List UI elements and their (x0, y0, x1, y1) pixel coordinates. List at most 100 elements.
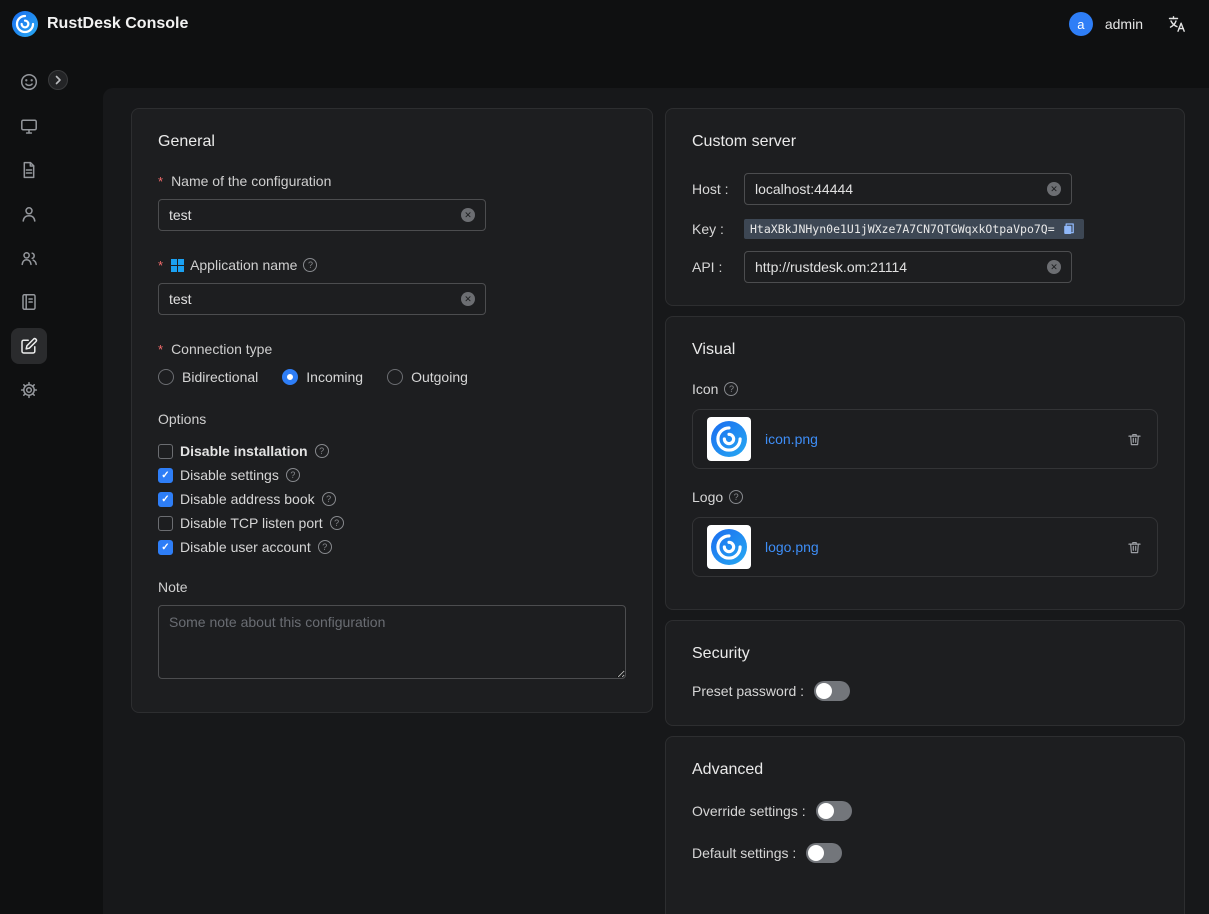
radio-outgoing[interactable]: Outgoing (387, 369, 468, 385)
checkbox-box[interactable] (158, 468, 173, 483)
sidebar-item-devices[interactable] (11, 108, 47, 144)
checkbox-disable-installation[interactable]: Disable installation (158, 443, 626, 459)
api-input-wrap (744, 251, 1072, 283)
help-icon[interactable] (318, 540, 332, 554)
brand: RustDesk Console (12, 11, 188, 37)
override-settings-toggle[interactable] (816, 801, 852, 821)
checkbox-box[interactable] (158, 516, 173, 531)
radio-bidirectional[interactable]: Bidirectional (158, 369, 258, 385)
clear-icon[interactable] (1047, 260, 1061, 274)
security-card: Security Preset password : (665, 620, 1185, 726)
options-label: Options (158, 411, 206, 427)
sidebar-item-dashboard[interactable] (11, 64, 47, 100)
override-settings-row: Override settings : (692, 801, 1158, 821)
connection-type-group: Bidirectional Incoming Outgoing (158, 369, 626, 385)
default-settings-toggle[interactable] (806, 843, 842, 863)
checkbox-disable-tcp-listen-port[interactable]: Disable TCP listen port (158, 515, 626, 531)
logo-file-box: logo.png (692, 517, 1158, 577)
required-asterisk (158, 257, 165, 273)
username[interactable]: admin (1105, 16, 1143, 32)
clear-icon[interactable] (1047, 182, 1061, 196)
checkbox-box[interactable] (158, 444, 173, 459)
visual-title: Visual (692, 341, 1158, 359)
preset-password-toggle[interactable] (814, 681, 850, 701)
translate-icon[interactable] (1167, 14, 1187, 34)
visual-card: Visual Icon icon.png (665, 316, 1185, 610)
sidebar-item-users[interactable] (11, 196, 47, 232)
note-label: Note (158, 579, 188, 595)
default-settings-label: Default settings : (692, 845, 796, 861)
logo-preview (707, 525, 751, 569)
sidebar-item-custom-clients[interactable] (11, 328, 47, 364)
api-input[interactable] (755, 259, 1047, 275)
api-row: API : (692, 251, 1158, 283)
sidebar-expand-button[interactable] (48, 70, 68, 90)
delete-icon[interactable] (1126, 431, 1143, 448)
advanced-title: Advanced (692, 761, 1158, 779)
key-field: HtaXBkJNHyn0e1U1jWXze7A7CN7QTGWqxkOtpaVp… (744, 219, 1084, 239)
radio-dot[interactable] (282, 369, 298, 385)
host-input-wrap (744, 173, 1072, 205)
checkbox-disable-user-account[interactable]: Disable user account (158, 539, 626, 555)
help-icon[interactable] (286, 468, 300, 482)
clear-icon[interactable] (461, 292, 475, 306)
sidebar-item-audit[interactable] (11, 152, 47, 188)
logo-label: Logo (692, 489, 723, 505)
key-value: HtaXBkJNHyn0e1U1jWXze7A7CN7QTGWqxkOtpaVp… (750, 222, 1055, 236)
windows-icon (171, 259, 184, 272)
sidebar-item-groups[interactable] (11, 240, 47, 276)
checkbox-box[interactable] (158, 492, 173, 507)
advanced-card: Advanced Override settings : Default set… (665, 736, 1185, 914)
app-name-field-label: Application name (190, 257, 297, 273)
main-area: General Name of the configuration Applic… (58, 48, 1209, 914)
clear-icon[interactable] (461, 208, 475, 222)
app-name-input-wrap (158, 283, 486, 315)
delete-icon[interactable] (1126, 539, 1143, 556)
logo-file-link[interactable]: logo.png (765, 539, 819, 555)
radio-dot[interactable] (158, 369, 174, 385)
checkbox-disable-settings[interactable]: Disable settings (158, 467, 626, 483)
help-icon[interactable] (330, 516, 344, 530)
radio-dot[interactable] (387, 369, 403, 385)
override-settings-label: Override settings : (692, 803, 806, 819)
note-textarea[interactable] (158, 605, 626, 679)
sidebar-item-logs[interactable] (11, 284, 47, 320)
config-name-input-wrap (158, 199, 486, 231)
icon-label: Icon (692, 381, 718, 397)
key-label: Key : (692, 221, 744, 237)
sidebar (0, 48, 58, 914)
help-icon[interactable] (729, 490, 743, 504)
preset-password-row: Preset password : (692, 681, 1158, 701)
general-title: General (158, 133, 626, 151)
copy-icon[interactable] (1061, 222, 1075, 236)
app-name-input[interactable] (169, 291, 461, 307)
help-icon[interactable] (303, 258, 317, 272)
required-asterisk (158, 173, 165, 189)
general-card: General Name of the configuration Applic… (131, 108, 653, 713)
security-title: Security (692, 645, 1158, 663)
custom-server-card: Custom server Host : Key : HtaXBkJNHyn0e… (665, 108, 1185, 306)
app-title: RustDesk Console (47, 15, 188, 33)
checkbox-disable-address-book[interactable]: Disable address book (158, 491, 626, 507)
radio-incoming[interactable]: Incoming (282, 369, 363, 385)
required-asterisk (158, 341, 165, 357)
key-row: Key : HtaXBkJNHyn0e1U1jWXze7A7CN7QTGWqxk… (692, 219, 1158, 239)
top-bar: RustDesk Console a admin (0, 0, 1209, 48)
default-settings-row: Default settings : (692, 843, 1158, 863)
icon-preview (707, 417, 751, 461)
icon-file-link[interactable]: icon.png (765, 431, 818, 447)
preset-password-label: Preset password : (692, 683, 804, 699)
custom-server-title: Custom server (692, 133, 1158, 151)
rustdesk-logo-icon (12, 11, 38, 37)
header-right: a admin (1069, 12, 1187, 36)
name-field-label: Name of the configuration (171, 173, 331, 189)
host-row: Host : (692, 173, 1158, 205)
config-name-input[interactable] (169, 207, 461, 223)
avatar[interactable]: a (1069, 12, 1093, 36)
sidebar-item-settings[interactable] (11, 372, 47, 408)
checkbox-box[interactable] (158, 540, 173, 555)
help-icon[interactable] (322, 492, 336, 506)
help-icon[interactable] (315, 444, 329, 458)
host-input[interactable] (755, 181, 1047, 197)
help-icon[interactable] (724, 382, 738, 396)
